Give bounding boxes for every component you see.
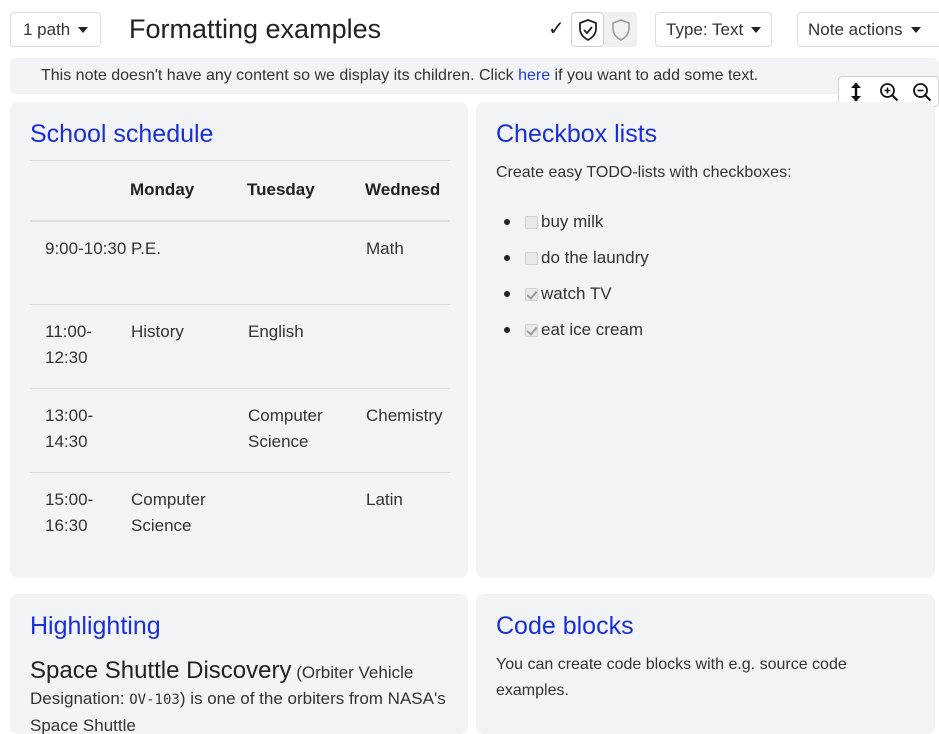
list-item: watch TV (496, 276, 649, 312)
table-row: 9:00-10:30 P.E. Math (30, 220, 450, 305)
no-content-info: This note doesn't have any content so we… (10, 58, 939, 94)
checkbox-lists-link[interactable]: Checkbox lists (496, 120, 657, 149)
todo-item-label: watch TV (541, 284, 612, 303)
todo-item-label: buy milk (541, 212, 604, 231)
bullet-icon (504, 255, 510, 261)
table-cell: 9:00-10:30 (30, 220, 130, 305)
schedule-table-wrapper: Monday Tuesday Wednesd 9:00-10:30 P.E. M… (30, 160, 450, 557)
note-actions-button[interactable]: Note actions (797, 12, 939, 47)
checkbox-checked-icon[interactable] (525, 323, 538, 337)
table-cell: 13:00-14:30 (30, 388, 130, 473)
chevron-down-icon (78, 26, 89, 33)
zoom-in-icon (879, 82, 898, 101)
table-header-cell: Wednesd (365, 160, 450, 222)
highlighting-link[interactable]: Highlighting (30, 612, 161, 641)
protected-session-toggle (571, 12, 637, 47)
table-cell: History (130, 304, 247, 389)
table-cell: Math (365, 220, 450, 305)
table-cell (130, 388, 247, 473)
protect-off-button[interactable] (604, 12, 637, 47)
note-title[interactable]: Formatting examples (129, 10, 381, 48)
table-header-cell: Monday (130, 160, 247, 222)
child-card-school-schedule: School schedule Monday Tuesday Wednesd 9… (10, 102, 468, 578)
note-header: 1 path Formatting examples ✓ Type: Text … (0, 0, 939, 58)
protect-on-button[interactable] (571, 12, 604, 47)
shield-icon (611, 18, 630, 41)
note-paths-button[interactable]: 1 path (10, 12, 102, 47)
bullet-icon (504, 291, 510, 297)
chevron-down-icon (751, 26, 762, 33)
arrows-vertical-icon (850, 82, 861, 101)
child-card-code-blocks: Code blocks You can create code blocks w… (476, 594, 935, 734)
add-text-link[interactable]: here (518, 67, 550, 84)
shield-check-icon (578, 18, 597, 41)
table-header-cell: Tuesday (247, 160, 365, 222)
table-row: 15:00-16:30 Computer Science Latin (30, 473, 450, 557)
table-cell: 11:00-12:30 (30, 304, 130, 389)
list-item: eat ice cream (496, 312, 649, 348)
table-header-row: Monday Tuesday Wednesd (30, 160, 450, 222)
schedule-table: Monday Tuesday Wednesd 9:00-10:30 P.E. M… (30, 160, 450, 557)
child-card-highlighting: Highlighting Space Shuttle Discovery (Or… (10, 594, 468, 734)
note-type-button[interactable]: Type: Text (655, 12, 773, 47)
note-paths-label: 1 path (23, 19, 71, 39)
info-text-before: This note doesn't have any content so we… (41, 67, 519, 84)
bullet-icon (504, 219, 510, 225)
code-blocks-intro-text: You can create code blocks with e.g. sou… (496, 656, 847, 699)
table-cell: English (247, 304, 365, 389)
checkbox-checked-icon[interactable] (525, 287, 538, 301)
inline-code: OV-103 (129, 692, 180, 708)
child-card-checkbox-lists: Checkbox lists Create easy TODO-lists wi… (476, 102, 935, 578)
checkbox-icon[interactable] (525, 251, 538, 265)
todo-item-label: do the laundry (541, 248, 649, 267)
table-cell: Computer Science (131, 490, 206, 535)
table-cell: Latin (366, 490, 403, 509)
table-header-cell (30, 160, 130, 222)
school-schedule-link[interactable]: School schedule (30, 120, 213, 149)
list-item: buy milk (496, 204, 649, 240)
table-cell (247, 473, 365, 557)
code-blocks-link[interactable]: Code blocks (496, 612, 634, 641)
note-actions-label: Note actions (808, 19, 903, 39)
table-cell: Chemistry (365, 388, 450, 473)
list-item: do the laundry (496, 240, 649, 276)
check-icon: ✓ (548, 18, 565, 40)
note-type-label: Type: Text (666, 19, 744, 39)
highlight-name: Space Shuttle Discovery (30, 657, 292, 684)
bullet-icon (504, 327, 510, 333)
table-cell: 15:00-16:30 (45, 490, 94, 535)
table-cell: P.E. (130, 220, 247, 305)
info-text-after: if you want to add some text. (550, 67, 759, 84)
todo-item-label: eat ice cream (541, 320, 644, 339)
table-row: 13:00-14:30 Computer Science Chemistry (30, 388, 450, 473)
checkbox-icon[interactable] (525, 215, 538, 229)
todo-list: buy milk do the laundry watch TV eat ice… (496, 204, 649, 348)
checkbox-intro-text: Create easy TODO-lists with checkboxes: (496, 164, 792, 181)
table-cell (247, 220, 365, 305)
table-cell (365, 304, 450, 389)
zoom-out-icon (912, 82, 931, 101)
chevron-down-icon (910, 26, 921, 33)
table-cell: Computer Science (247, 388, 365, 473)
table-row: 11:00-12:30 History English (30, 304, 450, 389)
